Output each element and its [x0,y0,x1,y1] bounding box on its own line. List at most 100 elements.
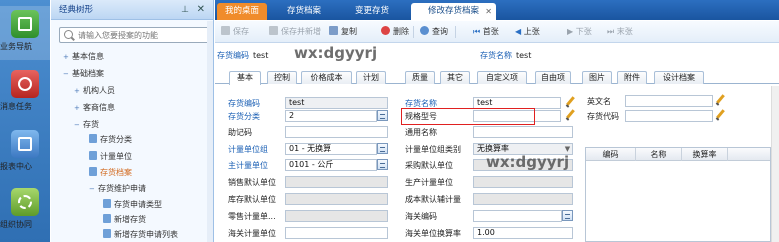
tree-node-org-staff[interactable]: + 机构人员 [74,84,115,98]
main-uom-label: 主计量单位 [228,161,268,170]
subtab-control[interactable]: 控制 [267,71,297,84]
org-collab-icon [11,188,39,216]
subtab-free-item[interactable]: 自由项 [535,71,571,84]
function-search[interactable] [59,27,209,43]
tree-panel-title: 经典树形 [59,5,94,15]
prev-button[interactable]: ◀ 上张 [515,25,540,39]
tab-change-inventory[interactable]: 变更存货 [339,3,405,20]
subtab-other[interactable]: 其它 [440,71,470,84]
customs-uom-field[interactable] [285,227,388,239]
tab-my-desktop[interactable]: 我的桌面 [217,3,267,20]
english-name-field[interactable] [625,95,713,107]
first-button[interactable]: ⏮ 首张 [473,25,499,39]
grid-col-name[interactable]: 名称 [636,148,682,161]
subtab-plan[interactable]: 计划 [356,71,386,84]
expand-icon[interactable]: + [74,84,83,98]
main-uom-field[interactable]: 0101 - 公斤 [285,159,377,171]
customs-code-lookup-icon[interactable] [562,210,573,221]
rail-org-collab[interactable]: 组织协同 [0,184,50,238]
delete-button[interactable]: 删除 [381,25,409,39]
expand-icon[interactable]: + [74,101,83,115]
inventory-code-field[interactable] [625,110,713,122]
subtab-quality[interactable]: 质量 [405,71,435,84]
copy-icon [329,26,338,35]
next-button[interactable]: ▶ 下张 [567,25,592,39]
pin-icon[interactable]: ⊥ [181,0,189,20]
subtab-attachment[interactable]: 附件 [617,71,647,84]
document-icon [89,167,97,176]
rail-business-nav[interactable]: 业务导航 [0,6,50,60]
edit-spec-icon[interactable] [565,109,575,121]
uom-group-lookup-icon[interactable] [377,143,388,154]
tree-node-customer-vendor[interactable]: + 客商信息 [74,101,115,115]
rail-report-center[interactable]: 报表中心 [0,126,50,180]
tree-panel-header: 经典树形 ⊥ ✕ [51,0,213,20]
customs-rate-field[interactable]: 1.00 [473,227,573,239]
last-icon: ⏭ [607,27,617,36]
grid-col-rate[interactable]: 换算率 [682,148,728,161]
tree-node-basic-info[interactable]: + 基本信息 [63,50,104,64]
tree-node-uom[interactable]: 计量单位 [89,150,132,164]
last-button[interactable]: ⏭ 末张 [607,25,633,39]
save-new-button[interactable]: 保存并新增 [269,25,321,39]
tree-node-inventory-class[interactable]: 存货分类 [89,133,132,147]
tree-scrollbar[interactable] [207,21,213,242]
edit-inventory-code-icon[interactable] [715,109,725,121]
tree-node-inventory[interactable]: − 存货 [74,118,99,132]
expand-icon[interactable]: + [63,50,72,64]
business-nav-icon [11,10,39,38]
query-button[interactable]: 查询 [420,25,448,39]
main-uom-lookup-icon[interactable] [377,159,388,170]
watermark: wx:dgyyrj [294,44,378,62]
delete-icon [381,26,390,35]
class-field[interactable]: 2 [285,110,377,122]
edit-name-icon[interactable] [565,96,575,108]
tree-node-inventory-request[interactable]: − 存货维护申请 [89,182,146,196]
edit-english-name-icon[interactable] [715,94,725,106]
tree-node-request-type[interactable]: 存货申请类型 [103,198,162,212]
save-button[interactable]: 保存 [221,25,249,39]
grid-header: 编码 名称 换算率 [586,148,770,161]
document-tabs: 我的桌面 存货档案 变更存货 修改存货档案 ✕ [215,0,779,20]
grid-col-code[interactable]: 编码 [586,148,636,161]
tab-edit-inventory-archive[interactable]: 修改存货档案 ✕ [411,3,496,20]
tab-inventory-archive[interactable]: 存货档案 [273,3,335,20]
main-area: 我的桌面 存货档案 变更存货 修改存货档案 ✕ 保存 保存并新增 复制 删除 查询… [215,0,779,242]
search-input[interactable] [78,29,206,41]
copy-button[interactable]: 复制 [329,25,357,39]
sales-uom-field[interactable] [285,176,388,188]
cost-aux-field[interactable] [473,193,573,205]
customs-code-field[interactable] [473,210,562,222]
tree-node-inventory-archive[interactable]: 存货档案 [89,166,132,180]
subtab-design-archive[interactable]: 设计档案 [654,71,704,84]
uom-group-field[interactable]: 01 - 无换算 [285,143,377,155]
rail-label: 组织协同 [0,220,32,229]
tree-node-new-request-list[interactable]: 新增存货申请列表 [103,228,178,242]
first-icon: ⏮ [473,27,483,36]
collapse-icon[interactable]: − [63,67,72,81]
document-icon [103,229,111,238]
collapse-icon[interactable]: − [74,118,83,132]
mnemonic-field[interactable] [285,126,388,138]
production-uom-field[interactable] [473,176,573,188]
tree-node-base-archive[interactable]: − 基础档案 [63,67,104,81]
retail-uom-field[interactable] [285,210,388,222]
subtab-price-cost[interactable]: 价格成本 [301,71,352,84]
cost-aux-label: 成本默认辅计量 [405,195,461,204]
form-scrollbar[interactable] [771,86,779,242]
collapse-icon[interactable]: − [89,182,98,196]
subtab-custom[interactable]: 自定义项 [477,71,527,84]
code-field[interactable]: test [285,97,388,109]
rail-message-task[interactable]: 消息任务 [0,66,50,120]
subtab-image[interactable]: 图片 [582,71,612,84]
stock-uom-field[interactable] [285,193,388,205]
tree-node-new-inventory[interactable]: 新增存货 [103,213,146,227]
toolbar-divider [413,26,414,38]
generic-name-label: 通用名称 [405,128,437,137]
subtab-basic[interactable]: 基本 [229,71,261,85]
close-tab-icon[interactable]: ✕ [485,3,492,20]
close-icon[interactable]: ✕ [197,0,205,20]
generic-name-field[interactable] [473,126,573,138]
save-new-icon [269,26,278,35]
class-lookup-icon[interactable] [377,110,388,121]
